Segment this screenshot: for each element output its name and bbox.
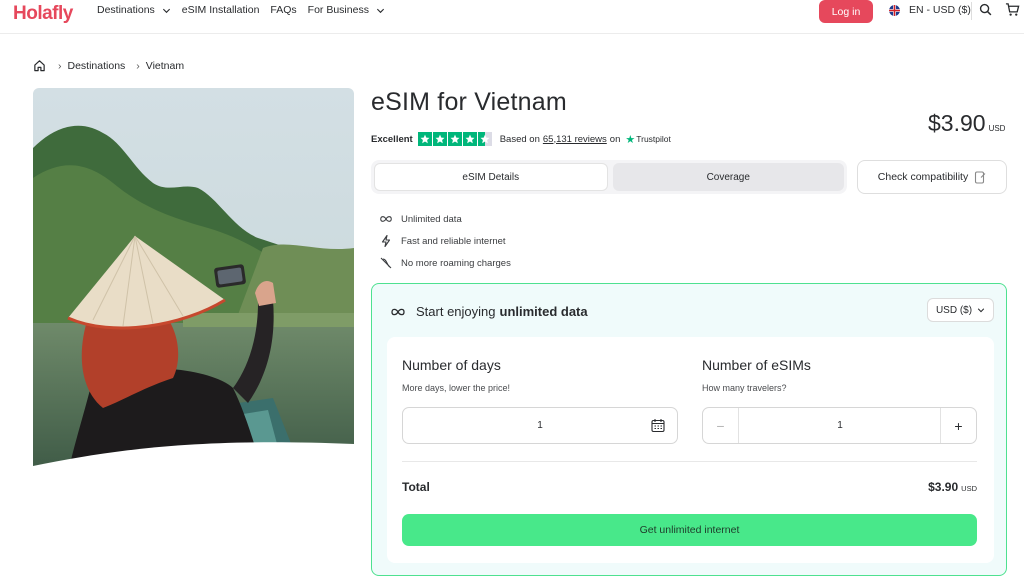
feature-label: Fast and reliable internet — [401, 235, 506, 247]
breadcrumb-separator: › — [58, 59, 62, 72]
top-navbar: Holafly Destinations eSIM Installation F… — [0, 0, 1024, 34]
breadcrumb-vietnam: Vietnam — [145, 59, 185, 72]
total-currency: USD — [961, 484, 977, 493]
nav-faqs[interactable]: FAQs — [270, 4, 296, 16]
total-amount: $3.90 — [928, 480, 959, 494]
nav-destinations-label: Destinations — [97, 4, 155, 16]
rating-label: Excellent — [371, 133, 413, 145]
check-compatibility-label: Check compatibility — [877, 171, 969, 183]
phone-check-icon — [975, 170, 986, 184]
feature-item: Unlimited data — [379, 208, 511, 230]
plan-configurator: Start enjoying unlimited data USD ($) Nu… — [371, 283, 1007, 576]
feature-list: Unlimited data Fast and reliable interne… — [379, 208, 511, 274]
days-input[interactable]: 1 — [402, 407, 678, 444]
esims-label: Number of eSIMs — [702, 357, 811, 373]
product-tabs: eSIM Details Coverage — [371, 160, 847, 194]
based-on-text: Based on — [499, 133, 540, 145]
lightning-icon — [381, 235, 391, 247]
feature-item: Fast and reliable internet — [379, 230, 511, 252]
days-value: 1 — [537, 420, 543, 431]
price-amount: $3.90 — [928, 110, 986, 136]
half-star-icon — [477, 132, 492, 146]
esims-stepper: − 1 + — [702, 407, 977, 444]
breadcrumb-separator: › — [136, 59, 140, 72]
nav-for-business[interactable]: For Business — [308, 4, 385, 16]
star-icon — [447, 132, 462, 146]
get-unlimited-internet-button[interactable]: Get unlimited internet — [402, 514, 977, 546]
feature-item: No more roaming charges — [379, 252, 511, 274]
days-label: Number of days — [402, 357, 501, 373]
home-icon[interactable] — [33, 59, 46, 72]
total-divider — [402, 461, 977, 462]
no-roaming-icon — [380, 257, 392, 269]
check-compatibility-button[interactable]: Check compatibility — [857, 160, 1007, 194]
product-price: $3.90 USD — [928, 110, 1005, 137]
breadcrumb: › Destinations › Vietnam — [33, 59, 195, 72]
product-title: eSIM for Vietnam — [371, 88, 567, 116]
currency-select[interactable]: USD ($) — [927, 298, 994, 322]
tab-coverage[interactable]: Coverage — [612, 163, 844, 191]
plan-heading-bold: unlimited data — [499, 304, 588, 319]
locale-selector[interactable]: EN - USD ($) — [889, 4, 971, 16]
cart-icon[interactable] — [1005, 2, 1020, 17]
main-nav: Destinations eSIM Installation FAQs For … — [97, 4, 396, 16]
total-price: $3.90 USD — [928, 480, 977, 494]
increment-button[interactable]: + — [940, 408, 976, 443]
chevron-down-icon — [162, 8, 170, 13]
trustpilot-star-icon: ★ — [625, 133, 636, 146]
decrement-button[interactable]: − — [703, 408, 739, 443]
chevron-down-icon — [376, 8, 384, 13]
days-sublabel: More days, lower the price! — [402, 383, 511, 393]
destination-hero-image — [33, 88, 354, 474]
star-icon — [462, 132, 477, 146]
search-icon[interactable] — [979, 3, 992, 16]
uk-flag-icon — [889, 4, 900, 16]
holafly-logo[interactable]: Holafly — [13, 3, 73, 25]
star-icon — [432, 132, 447, 146]
price-currency: USD — [988, 124, 1006, 133]
plan-options-card: Number of days More days, lower the pric… — [387, 337, 994, 563]
rating-stars — [417, 132, 492, 146]
nav-destinations[interactable]: Destinations — [97, 4, 171, 16]
infinity-icon — [391, 308, 405, 315]
trustpilot-label: Trustpilot — [636, 134, 671, 144]
currency-select-value: USD ($) — [935, 304, 973, 316]
plan-heading: Start enjoying unlimited data — [390, 304, 588, 319]
trustpilot-rating: Excellent Based on 65,131 reviews on ★ T… — [371, 132, 671, 146]
calendar-icon[interactable] — [651, 418, 665, 433]
nav-esim-installation[interactable]: eSIM Installation — [182, 4, 260, 16]
login-button[interactable]: Log in — [819, 0, 873, 23]
plan-heading-prefix: Start enjoying — [416, 304, 496, 319]
chevron-down-icon — [977, 308, 985, 313]
infinity-icon — [380, 216, 392, 222]
header-divider — [971, 2, 972, 20]
nav-faqs-label: FAQs — [270, 4, 297, 16]
reviews-link[interactable]: 65,131 reviews — [543, 134, 607, 145]
breadcrumb-destinations[interactable]: Destinations — [68, 60, 126, 72]
esims-sublabel: How many travelers? — [702, 383, 787, 393]
star-icon — [417, 132, 432, 146]
nav-for-business-label: For Business — [307, 4, 369, 16]
on-text: on — [609, 133, 621, 145]
esims-value[interactable]: 1 — [739, 408, 941, 443]
tab-esim-details[interactable]: eSIM Details — [374, 163, 608, 191]
locale-label: EN - USD ($) — [909, 4, 971, 16]
total-label: Total — [402, 480, 430, 494]
trustpilot-logo: ★ Trustpilot — [625, 133, 671, 146]
feature-label: Unlimited data — [401, 213, 462, 225]
feature-label: No more roaming charges — [401, 257, 511, 269]
nav-esim-installation-label: eSIM Installation — [181, 4, 260, 16]
